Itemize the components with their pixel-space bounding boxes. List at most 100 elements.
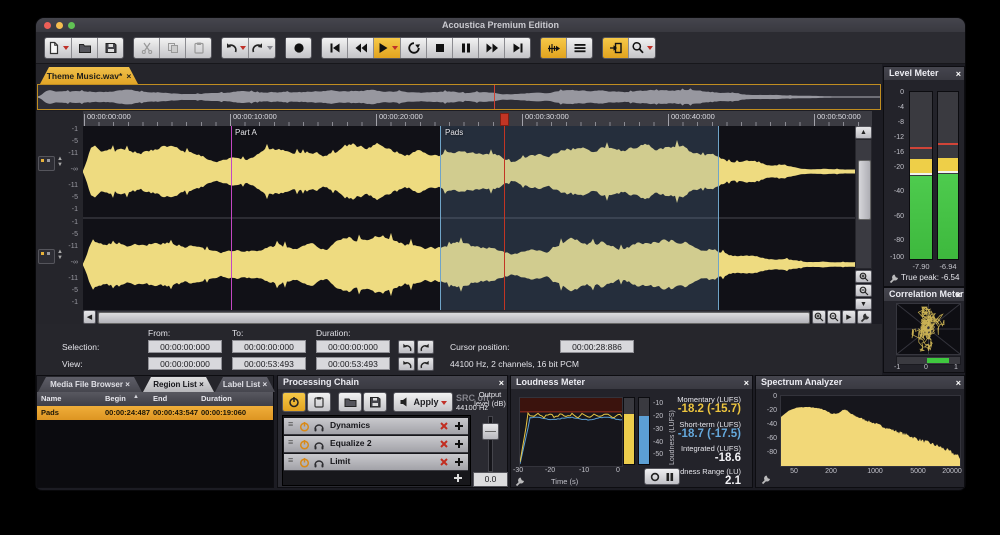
selection-to-field[interactable] — [232, 340, 306, 353]
dropdown-caret-icon[interactable] — [392, 46, 398, 53]
redo-button[interactable] — [249, 38, 275, 58]
effect-row-limit[interactable]: ≡ Limit — [284, 454, 468, 471]
drag-handle-icon[interactable]: ≡ — [288, 437, 293, 447]
wave-display-button[interactable] — [567, 38, 592, 58]
spectrum-analyzer-close-icon[interactable]: × — [956, 378, 961, 388]
apply-button[interactable]: Apply — [393, 392, 453, 412]
loudness-meter-close-icon[interactable]: × — [744, 378, 749, 388]
view-redo-button[interactable] — [417, 357, 434, 371]
region-table-header[interactable]: Name Begin ▲ End Duration — [37, 392, 273, 406]
remove-effect-icon[interactable] — [439, 439, 449, 449]
column-header-begin[interactable]: Begin — [105, 394, 126, 403]
chain-save-button[interactable] — [363, 392, 387, 412]
cut-button[interactable] — [134, 38, 160, 58]
tab-region-list[interactable]: Region List × — [143, 377, 214, 392]
selection-redo-button[interactable] — [417, 340, 434, 354]
open-folder-button[interactable] — [72, 38, 98, 58]
vertical-scrollbar[interactable] — [855, 139, 872, 269]
view-to-field[interactable] — [232, 357, 306, 370]
remove-effect-icon[interactable] — [439, 421, 449, 431]
file-overview[interactable] — [37, 84, 881, 110]
pause-icon[interactable] — [666, 472, 674, 482]
effect-power-icon[interactable] — [299, 457, 310, 468]
append-effect-icon[interactable] — [453, 473, 463, 483]
view-from-field[interactable] — [148, 357, 222, 370]
scroll-left-button[interactable]: ◀ — [83, 310, 96, 324]
remove-effect-icon[interactable] — [439, 457, 449, 467]
add-effect-icon[interactable] — [454, 421, 464, 431]
selection-from-field[interactable] — [148, 340, 222, 353]
skip-start-button[interactable] — [322, 38, 348, 58]
zoom-out-button[interactable] — [827, 310, 841, 324]
rewind-button[interactable] — [348, 38, 374, 58]
record-button[interactable] — [286, 38, 311, 58]
zoom-out-vertical-button[interactable] — [855, 284, 872, 297]
selection-duration-field[interactable] — [316, 340, 390, 353]
add-effect-icon[interactable] — [454, 457, 464, 467]
chain-open-button[interactable] — [338, 392, 362, 412]
pause-button[interactable] — [453, 38, 479, 58]
vertical-scroll-thumb[interactable] — [858, 160, 871, 220]
drag-handle-icon[interactable]: ≡ — [288, 455, 293, 465]
waveform-channel-1[interactable] — [83, 126, 855, 217]
dropdown-caret-icon[interactable] — [63, 46, 69, 53]
dropdown-caret-icon[interactable] — [240, 46, 246, 53]
waveform-channel-2[interactable] — [83, 219, 855, 310]
channel-1-spinner[interactable]: ▲▼ — [57, 156, 63, 168]
effect-power-icon[interactable] — [299, 421, 310, 432]
zoom-tool-button[interactable] — [629, 38, 655, 58]
wrench-icon[interactable] — [760, 474, 771, 485]
horizontal-scrollbar[interactable] — [96, 310, 810, 324]
fast-forward-button[interactable] — [479, 38, 505, 58]
selection-undo-button[interactable] — [398, 340, 415, 354]
zoom-in-vertical-button[interactable] — [855, 270, 872, 283]
column-header-duration[interactable]: Duration — [201, 394, 232, 403]
reset-icon[interactable] — [650, 472, 660, 482]
channel-1-options-button[interactable] — [38, 156, 55, 171]
chain-clipboard-button[interactable] — [307, 392, 331, 412]
level-meter-close-icon[interactable]: × — [956, 69, 961, 79]
waveform-settings-button[interactable] — [857, 310, 872, 324]
chain-power-button[interactable] — [282, 392, 306, 412]
processing-chain-close-icon[interactable]: × — [499, 378, 504, 388]
dropdown-caret-icon[interactable] — [267, 46, 273, 53]
drag-handle-icon[interactable]: ≡ — [288, 419, 293, 429]
view-duration-field[interactable] — [316, 357, 390, 370]
paste-button[interactable] — [186, 38, 211, 58]
scroll-down-button[interactable]: ▼ — [855, 298, 872, 310]
effect-row-dynamics[interactable]: ≡ Dynamics — [284, 418, 468, 435]
tab-close-icon[interactable]: × — [125, 380, 130, 389]
scroll-up-button[interactable]: ▲ — [855, 126, 872, 139]
save-button[interactable] — [98, 38, 123, 58]
play-button[interactable] — [374, 38, 401, 58]
wrench-icon[interactable] — [888, 273, 899, 284]
new-file-button[interactable] — [45, 38, 72, 58]
add-effect-icon[interactable] — [454, 439, 464, 449]
column-header-end[interactable]: End — [153, 394, 167, 403]
output-level-slider-thumb[interactable] — [482, 423, 499, 440]
channel-2-options-button[interactable] — [38, 249, 55, 264]
playhead-handle[interactable] — [500, 113, 509, 126]
correlation-meter-close-icon[interactable]: × — [956, 290, 961, 300]
tab-label-list[interactable]: Label List × — [215, 377, 275, 392]
column-header-name[interactable]: Name — [41, 394, 61, 403]
headphones-icon[interactable] — [313, 421, 325, 432]
copy-button[interactable] — [160, 38, 186, 58]
effect-power-icon[interactable] — [299, 439, 310, 450]
view-undo-button[interactable] — [398, 357, 415, 371]
cursor-position-field[interactable] — [560, 340, 634, 353]
output-level-value[interactable]: 0.0 — [473, 472, 508, 487]
scroll-right-button[interactable]: ▶ — [842, 310, 856, 324]
zoom-in-button[interactable] — [812, 310, 826, 324]
timeline-ruler[interactable]: 00:00:00:000 00:00:10:000 00:00:20:000 0… — [83, 111, 872, 127]
loop-button[interactable] — [401, 38, 427, 58]
tab-media-file-browser[interactable]: Media File Browser × — [38, 377, 142, 392]
stop-button[interactable] — [427, 38, 453, 58]
channel-2-spinner[interactable]: ▲▼ — [57, 249, 63, 261]
tab-close-icon[interactable]: × — [126, 71, 131, 81]
dropdown-caret-icon[interactable] — [647, 46, 653, 53]
snap-selection-button[interactable] — [603, 38, 629, 58]
tab-close-icon[interactable]: × — [199, 380, 204, 389]
undo-button[interactable] — [222, 38, 249, 58]
skip-end-button[interactable] — [505, 38, 530, 58]
